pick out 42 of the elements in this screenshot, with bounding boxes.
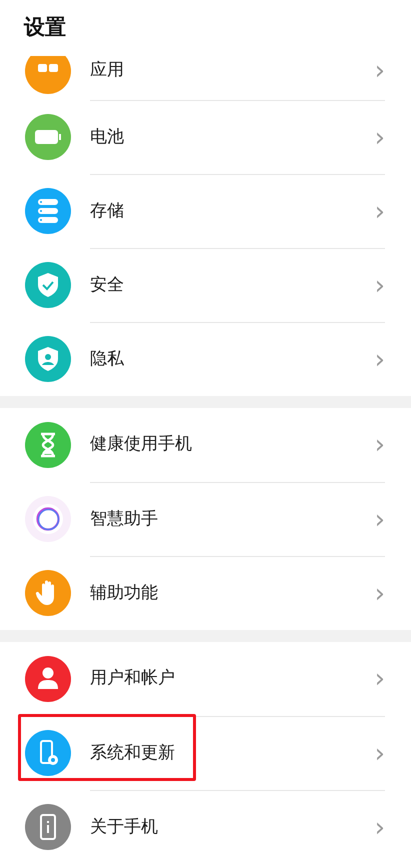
settings-item[interactable]: 智慧助手 › bbox=[0, 482, 411, 556]
item-label: 安全 bbox=[90, 274, 125, 297]
item-label: 关于手机 bbox=[90, 816, 159, 839]
settings-item[interactable]: 安全 › bbox=[0, 248, 411, 322]
item-label: 健康使用手机 bbox=[90, 433, 193, 456]
chevron-icon: › bbox=[374, 198, 385, 224]
settings-item[interactable]: 存储 › bbox=[0, 174, 411, 248]
settings-item[interactable]: 系统和更新 › bbox=[0, 716, 411, 790]
chevron-icon: › bbox=[374, 666, 385, 692]
settings-item[interactable]: 健康使用手机 › bbox=[0, 408, 411, 482]
phone-info-icon bbox=[25, 804, 71, 850]
item-label: 隐私 bbox=[90, 348, 125, 371]
chevron-icon: › bbox=[374, 346, 385, 372]
chevron-icon: › bbox=[374, 506, 385, 532]
page-title: 设置 bbox=[24, 14, 66, 42]
chevron-icon: › bbox=[374, 272, 385, 298]
item-label: 辅助功能 bbox=[90, 582, 159, 605]
chevron-icon: › bbox=[374, 814, 385, 840]
settings-item[interactable]: 用户和帐户 › bbox=[0, 642, 411, 716]
person-icon bbox=[25, 656, 71, 702]
ring-icon bbox=[25, 496, 71, 542]
settings-item[interactable]: 应用 › bbox=[0, 56, 411, 100]
item-label: 智慧助手 bbox=[90, 508, 159, 531]
chevron-icon: › bbox=[374, 432, 385, 458]
item-label: 电池 bbox=[90, 126, 125, 149]
battery-icon bbox=[25, 114, 71, 160]
storage-icon bbox=[25, 188, 71, 234]
hand-icon bbox=[25, 570, 71, 616]
hourglass-icon bbox=[25, 422, 71, 468]
chevron-icon: › bbox=[374, 124, 385, 150]
settings-item[interactable]: 关于手机 › bbox=[0, 790, 411, 859]
chevron-icon: › bbox=[374, 580, 385, 606]
phone-gear-icon bbox=[25, 730, 71, 776]
chevron-icon: › bbox=[374, 740, 385, 766]
item-label: 应用 bbox=[90, 59, 125, 82]
item-label: 系统和更新 bbox=[90, 742, 176, 765]
shield-person-icon bbox=[25, 336, 71, 382]
settings-item[interactable]: 电池 › bbox=[0, 100, 411, 174]
shield-check-icon bbox=[25, 262, 71, 308]
item-label: 用户和帐户 bbox=[90, 667, 176, 690]
chevron-icon: › bbox=[374, 58, 385, 84]
item-label: 存储 bbox=[90, 200, 125, 223]
